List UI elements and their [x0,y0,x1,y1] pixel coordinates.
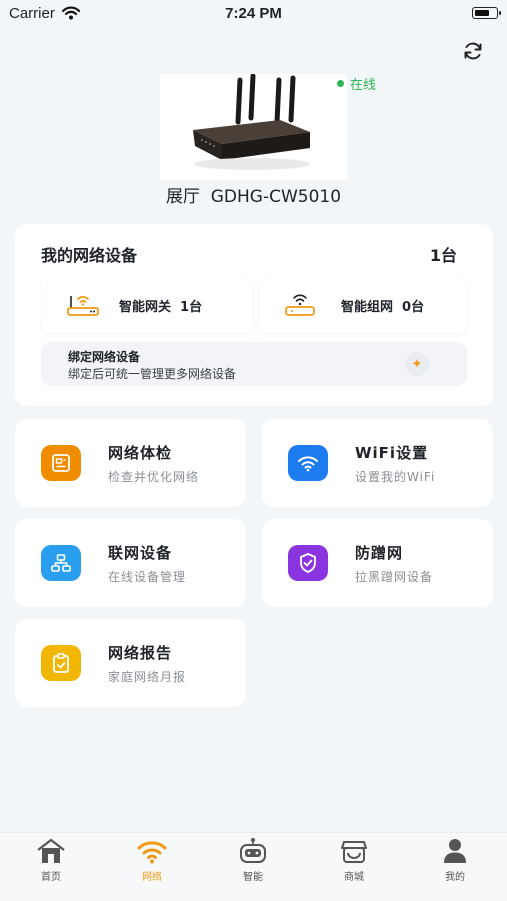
robot-icon [240,838,266,863]
connected-devices-title: 联网设备 [108,544,173,562]
online-status: 在线 [337,74,376,93]
clock: 7:24 PM [225,5,282,22]
anti-rub-subtitle: 拉黑蹭网设备 [355,570,434,584]
online-dot-icon [337,80,344,87]
smart-mesh-label: 智能组网 0台 [341,299,425,315]
tab-mine-label: 我的 [445,872,465,883]
network-report-title: 网络报告 [108,644,173,662]
bind-device-row[interactable]: 绑定网络设备 绑定后可统一管理更多网络设备 ✦ [41,342,467,386]
health-check-icon [41,445,81,481]
my-devices-card: 我的网络设备 1台 智能网关 1台 智能组网 0台 绑定网络设备 绑定后可统一管… [15,224,493,406]
add-icon[interactable]: ✦ [405,352,429,376]
report-icon [41,645,81,681]
tab-smart-label: 智能 [243,872,263,883]
wifi-settings-subtitle: 设置我的WiFi [355,470,436,484]
anti-rub-card[interactable]: 防蹭网 拉黑蹭网设备 [262,519,493,607]
bind-device-title: 绑定网络设备 [68,350,141,364]
refresh-icon [464,42,482,60]
battery-icon [472,7,501,19]
shield-icon [288,545,328,581]
wifi-icon [137,841,167,864]
tab-store[interactable]: 商城 [314,837,394,883]
network-topology-icon [41,545,81,581]
home-icon [37,838,65,863]
tab-store-label: 商城 [344,872,364,883]
person-icon [444,839,466,863]
store-icon [341,841,367,863]
tab-home-label: 首页 [41,872,61,883]
tab-bar: 首页 网络 智能 商城 我的 [0,832,507,901]
smart-mesh-tile[interactable]: 智能组网 0台 [259,277,467,333]
network-report-subtitle: 家庭网络月报 [108,670,187,684]
wifi-settings-title: WiFi设置 [355,444,429,462]
connected-devices-subtitle: 在线设备管理 [108,570,187,584]
health-check-card[interactable]: 网络体检 检查并优化网络 [15,419,246,507]
mesh-icon [285,293,315,317]
tab-network-label: 网络 [142,872,162,883]
my-devices-title: 我的网络设备 [41,246,138,265]
my-devices-count: 1台 [429,246,457,265]
tab-mine[interactable]: 我的 [415,837,495,883]
health-check-title: 网络体检 [108,444,173,462]
connected-devices-card[interactable]: 联网设备 在线设备管理 [15,519,246,607]
tab-home[interactable]: 首页 [11,837,91,883]
gateway-icon [67,293,99,317]
device-name: 展厅 GDHG-CW5010 [165,187,342,207]
anti-rub-title: 防蹭网 [355,544,404,562]
online-status-label: 在线 [350,78,377,93]
wifi-settings-card[interactable]: WiFi设置 设置我的WiFi [262,419,493,507]
wifi-icon [288,445,328,481]
health-check-subtitle: 检查并优化网络 [108,470,200,484]
network-report-card[interactable]: 网络报告 家庭网络月报 [15,619,246,707]
smart-gateway-tile[interactable]: 智能网关 1台 [41,277,253,333]
status-bar: Carrier 7:24 PM [0,0,507,28]
bind-device-subtitle: 绑定后可统一管理更多网络设备 [68,367,237,381]
refresh-button[interactable] [458,36,488,66]
router-image [160,73,347,180]
smart-gateway-label: 智能网关 1台 [119,299,203,315]
tab-smart[interactable]: 智能 [213,837,293,883]
tab-network[interactable]: 网络 [112,837,192,883]
